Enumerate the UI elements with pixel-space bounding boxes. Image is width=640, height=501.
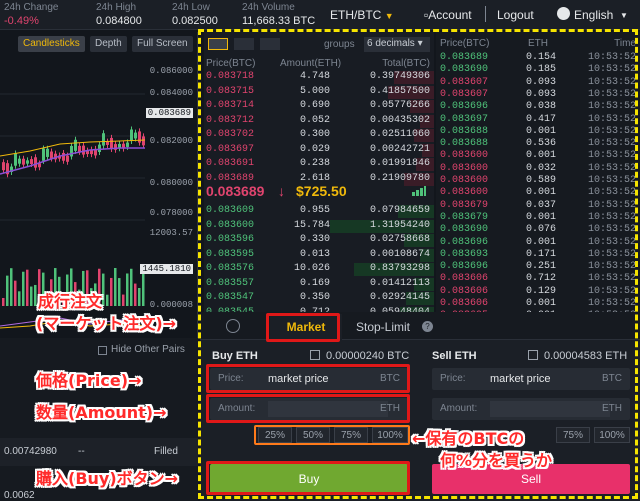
pct-buttons-highlight	[254, 425, 410, 445]
pair-label: ETH/BTC	[330, 8, 382, 22]
caret-down-icon: ▼	[384, 11, 394, 21]
tab-candlesticks[interactable]: Candlesticks	[18, 36, 85, 52]
candle	[30, 159, 33, 165]
logout-link[interactable]: Logout	[497, 8, 534, 22]
candle	[74, 139, 77, 151]
volume-bar	[138, 288, 141, 306]
amount-field-highlight	[206, 394, 410, 423]
callout-market-order-2: (マーケット注文)→	[36, 314, 177, 333]
order-dash: --	[78, 446, 85, 457]
volume-bar	[30, 286, 33, 306]
callout-amount: 数量(Amount)→	[36, 403, 167, 422]
chart-gridlines	[0, 93, 145, 221]
volume-bar	[122, 294, 125, 306]
volume-bar	[134, 283, 137, 306]
candle	[42, 148, 45, 161]
candle	[142, 136, 145, 146]
candle	[102, 133, 105, 146]
candle	[2, 162, 5, 171]
hide-pairs-label: Hide Other Pairs	[111, 344, 185, 355]
high-label: 24h High	[96, 2, 137, 13]
volume-bar	[114, 268, 117, 306]
pair-selector[interactable]: ETH/BTC ▼	[330, 8, 394, 22]
ticker-bar: 24h Change -0.49% 24h High 0.084800 24h …	[0, 0, 640, 30]
y-label: 0.078000	[149, 208, 193, 218]
y-label: 0.000008	[149, 300, 193, 310]
candle	[126, 142, 129, 147]
candle	[130, 129, 133, 142]
candle	[22, 158, 25, 165]
order-price-2: 0.0062	[4, 490, 35, 501]
volume-bar	[34, 284, 37, 306]
price-field-highlight	[206, 364, 410, 393]
table-row: 0.00742980 -- Filled	[0, 438, 198, 466]
tab-fullscreen[interactable]: Full Screen	[132, 36, 193, 52]
volume-bar	[26, 269, 29, 306]
candle	[110, 137, 113, 149]
callout-buy-button: 購入(Buy)ボタン→	[36, 469, 179, 488]
candle	[50, 151, 53, 159]
volume-bar	[126, 273, 129, 306]
volume-bar	[110, 277, 113, 306]
volume-value: 11,668.33 BTC	[242, 15, 316, 27]
volume-bar	[2, 298, 5, 306]
change-label: 24h Change	[4, 2, 59, 13]
market-tab-highlight	[266, 313, 340, 342]
candle	[62, 152, 65, 161]
high-value: 0.084800	[96, 15, 142, 27]
candle	[26, 160, 29, 164]
candle	[78, 145, 81, 152]
volume-bar	[10, 268, 13, 306]
low-value: 0.082500	[172, 15, 218, 27]
buy-button-highlight	[206, 461, 410, 495]
y-label: 0.086000	[149, 66, 193, 76]
language-selector[interactable]: English	[574, 8, 613, 22]
callout-pct-1: ←保有のBTCの	[412, 429, 525, 448]
candle	[34, 157, 37, 168]
change-value: -0.49%	[4, 15, 39, 27]
candle	[38, 163, 41, 168]
volume-bar	[18, 291, 21, 306]
volume-bar	[142, 270, 145, 306]
tab-depth[interactable]: Depth	[90, 36, 127, 52]
candle	[14, 153, 17, 166]
volume-bar	[14, 280, 17, 306]
account-label: Account	[428, 8, 472, 22]
hide-pairs-checkbox[interactable]	[98, 346, 107, 355]
callout-pct-2: 何%分を買うか	[440, 451, 553, 470]
candle	[138, 131, 141, 143]
globe-icon	[557, 7, 570, 20]
y-label: 0.084000	[149, 88, 193, 98]
volume-bar	[6, 275, 9, 306]
volume-bar	[106, 294, 109, 306]
candle	[106, 141, 109, 145]
volume-bar	[102, 273, 105, 306]
order-status: Filled	[154, 446, 178, 457]
candle	[66, 155, 69, 162]
volume-tag: 1445.1810	[140, 264, 193, 274]
candle	[70, 145, 73, 157]
y-label: 12003.57	[149, 228, 193, 238]
candle	[82, 145, 85, 155]
volume-bar	[130, 268, 133, 306]
candle	[18, 158, 21, 164]
candle	[46, 148, 49, 157]
low-label: 24h Low	[172, 2, 210, 13]
order-price: 0.00742980	[4, 446, 57, 457]
candle	[98, 144, 101, 152]
candle	[134, 132, 137, 139]
callout-price: 価格(Price)→	[36, 371, 142, 390]
volume-label: 24h Volume	[242, 2, 295, 13]
callout-market-order-1: 成行注文	[38, 292, 103, 311]
y-label: 0.082000	[149, 136, 193, 146]
account-link[interactable]: ▫Account	[424, 8, 472, 22]
language-caret-icon[interactable]: ▼	[620, 11, 628, 20]
y-label: 0.080000	[149, 178, 193, 188]
volume-bar	[118, 278, 121, 306]
volume-bar	[22, 271, 25, 306]
divider	[485, 6, 486, 22]
current-price-tag: 0.083689	[145, 108, 193, 118]
